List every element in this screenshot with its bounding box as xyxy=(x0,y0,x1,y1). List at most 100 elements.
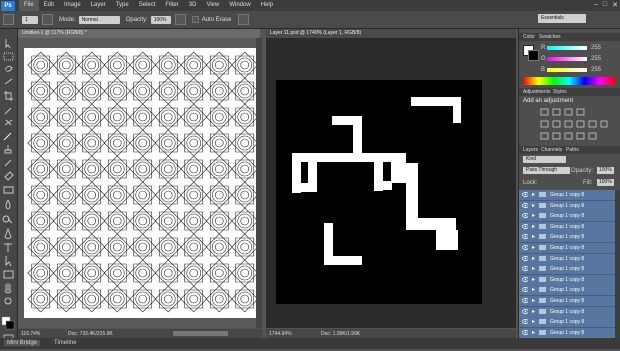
layer-row[interactable]: ▸ Group 1 copy 8 xyxy=(519,274,615,286)
layers-scrollbar[interactable] xyxy=(615,190,620,340)
b-slider[interactable] xyxy=(547,68,587,72)
restore-icon[interactable]: □ xyxy=(603,1,607,9)
layer-row[interactable]: ▸ Group 1 copy 8 xyxy=(519,285,615,297)
exposure-icon xyxy=(576,108,585,116)
pressure-size-icon[interactable] xyxy=(238,14,250,25)
layer-row[interactable]: ▸ Group 1 copy 8 xyxy=(519,232,615,244)
menu-image[interactable]: Image xyxy=(59,0,86,11)
visibility-eye-icon[interactable] xyxy=(522,192,528,197)
layer-row[interactable]: ▸ Group 1 copy 8 xyxy=(519,264,615,276)
menu-type[interactable]: Type xyxy=(111,0,134,11)
layer-row[interactable]: ▸ Group 1 copy 8 xyxy=(519,190,615,201)
expand-arrow-icon[interactable]: ▸ xyxy=(532,244,535,251)
r-value[interactable]: 255 xyxy=(591,45,601,51)
tab-color[interactable]: Color xyxy=(523,34,535,40)
expand-arrow-icon[interactable]: ▸ xyxy=(532,276,535,283)
g-value[interactable]: 255 xyxy=(591,56,601,62)
expand-arrow-icon[interactable]: ▸ xyxy=(532,233,535,240)
layer-row[interactable]: ▸ Group 1 copy 8 xyxy=(519,200,615,212)
tab-styles[interactable]: Styles xyxy=(553,89,567,95)
pencil-tool-preset-icon[interactable] xyxy=(3,14,14,25)
visibility-eye-icon[interactable] xyxy=(522,319,528,325)
expand-arrow-icon[interactable]: ▸ xyxy=(532,223,535,230)
expand-arrow-icon[interactable]: ▸ xyxy=(532,255,535,262)
expand-arrow-icon[interactable]: ▸ xyxy=(532,286,535,293)
r-label: R xyxy=(541,45,546,51)
menu-edit[interactable]: Edit xyxy=(39,0,59,11)
layer-row[interactable]: ▸ Group 1 copy 8 xyxy=(519,253,615,265)
tab-paths[interactable]: Paths xyxy=(566,147,579,153)
tab-channels[interactable]: Channels xyxy=(541,147,562,153)
visibility-eye-icon[interactable] xyxy=(522,329,528,335)
doc2-zoom[interactable]: 1744.94% xyxy=(269,331,292,337)
vertical-scrollbar[interactable] xyxy=(256,38,262,328)
layer-row[interactable]: ▸ Group 1 copy 8 xyxy=(519,211,615,223)
tab-adjustments[interactable]: Adjustments xyxy=(523,89,551,95)
layer-row[interactable]: ▸ Group 1 copy 8 xyxy=(519,243,615,254)
minimize-icon[interactable]: – xyxy=(594,1,598,9)
canvas-pattern[interactable] xyxy=(18,38,262,328)
visibility-eye-icon[interactable] xyxy=(522,213,528,219)
adjustment-icons[interactable] xyxy=(539,107,609,143)
visibility-eye-icon[interactable] xyxy=(522,223,528,229)
menu-layer[interactable]: Layer xyxy=(86,0,111,11)
b-value[interactable]: 255 xyxy=(591,67,601,73)
expand-arrow-icon[interactable]: ▸ xyxy=(532,297,535,304)
layer-row[interactable]: ▸ Group 1 copy 8 xyxy=(519,296,615,307)
layer-opacity-field[interactable]: 100% xyxy=(597,167,614,174)
fill-field[interactable]: 100% xyxy=(597,179,614,186)
visibility-eye-icon[interactable] xyxy=(522,308,528,314)
expand-arrow-icon[interactable]: ▸ xyxy=(532,265,535,272)
layer-row[interactable]: ▸ Group 1 copy 8 xyxy=(519,317,615,329)
menu-window[interactable]: Window xyxy=(224,0,255,11)
visibility-eye-icon[interactable] xyxy=(522,234,528,240)
tab-layers[interactable]: Layers xyxy=(523,147,538,153)
visibility-eye-icon[interactable] xyxy=(522,287,528,293)
visibility-eye-icon[interactable] xyxy=(522,266,528,272)
folder-icon xyxy=(539,192,546,197)
color-panel-header: Color Swatches xyxy=(519,33,620,41)
kind-filter[interactable]: Kind xyxy=(523,156,566,163)
expand-arrow-icon[interactable]: ▸ xyxy=(532,329,535,336)
pressure-opacity-icon[interactable] xyxy=(174,14,186,25)
expand-arrow-icon[interactable]: ▸ xyxy=(532,191,535,198)
layer-row[interactable]: ▸ Group 1 copy 8 xyxy=(519,306,615,318)
channel-mixer-icon xyxy=(600,120,608,128)
expand-arrow-icon[interactable]: ▸ xyxy=(532,202,535,209)
menu-3d[interactable]: 3D xyxy=(184,0,202,11)
expand-arrow-icon[interactable]: ▸ xyxy=(532,212,535,219)
tab-mini-bridge[interactable]: Mini Bridge xyxy=(4,340,41,346)
visibility-eye-icon[interactable] xyxy=(522,276,528,282)
g-slider[interactable] xyxy=(547,57,587,61)
visibility-eye-icon[interactable] xyxy=(522,202,528,208)
canvas-pixel-art[interactable] xyxy=(266,38,516,328)
color-bg-swatch[interactable] xyxy=(528,50,539,61)
doc1-zoom[interactable]: 116.74% xyxy=(21,331,40,337)
menu-help[interactable]: Help xyxy=(256,0,278,11)
menu-view[interactable]: View xyxy=(201,0,224,11)
color-spectrum-ramp[interactable] xyxy=(523,77,615,85)
menu-select[interactable]: Select xyxy=(134,0,161,11)
visibility-eye-icon[interactable] xyxy=(522,298,528,303)
visibility-eye-icon[interactable] xyxy=(522,255,528,261)
r-slider[interactable] xyxy=(547,46,587,50)
workspace-select[interactable]: Essentials xyxy=(538,14,586,23)
layer-row[interactable]: ▸ Group 1 copy 8 xyxy=(519,221,615,233)
expand-arrow-icon[interactable]: ▸ xyxy=(532,318,535,325)
mode-select[interactable]: Normal xyxy=(78,15,120,24)
opacity-field[interactable]: 100% xyxy=(150,15,171,24)
close-icon[interactable]: ✕ xyxy=(612,1,618,9)
blend-mode-select[interactable]: Pass Through xyxy=(523,167,570,174)
visibility-eye-icon[interactable] xyxy=(522,245,528,250)
tab-swatches[interactable]: Swatches xyxy=(539,34,561,40)
doc1-hscroll-thumb[interactable] xyxy=(173,331,228,336)
auto-erase-checkbox[interactable] xyxy=(191,16,199,23)
tab-timeline[interactable]: Timeline xyxy=(54,340,76,346)
tab-doc1[interactable]: Untitled-1 @ 117% (RGB/8) * xyxy=(18,29,260,38)
menu-file[interactable]: File xyxy=(19,0,39,11)
expand-arrow-icon[interactable]: ▸ xyxy=(532,308,535,315)
tab-doc2[interactable]: Layer 11.psd @ 1740% (Layer 1, RGB/8) xyxy=(266,29,516,38)
brush-panel-icon[interactable] xyxy=(42,14,53,25)
menu-filter[interactable]: Filter xyxy=(160,0,183,11)
brush-size-picker[interactable]: 1 xyxy=(22,15,38,24)
